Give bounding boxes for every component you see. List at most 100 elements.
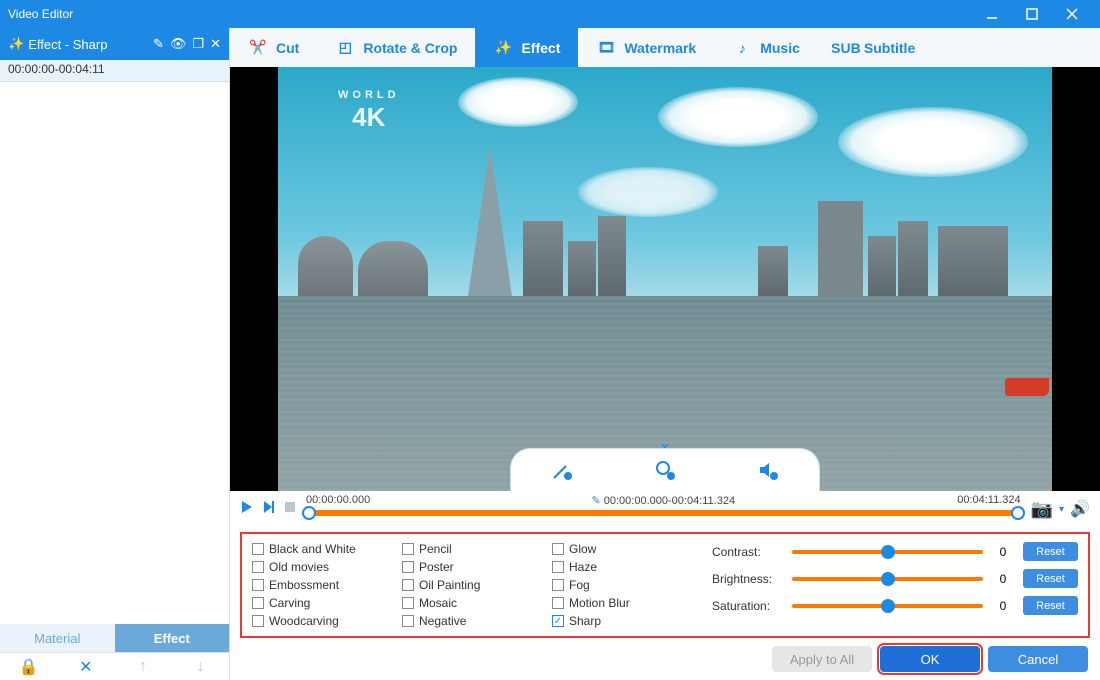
scissors-icon: ✂️ — [248, 38, 268, 58]
tab-material[interactable]: Material — [0, 624, 115, 652]
effect-mosaic[interactable]: Mosaic — [402, 594, 542, 612]
checkbox-icon — [552, 615, 564, 627]
tab-effect-side[interactable]: Effect — [115, 624, 230, 652]
sparkle-icon: ✨ — [493, 38, 513, 58]
button-row: Apply to All OK Cancel — [230, 638, 1100, 680]
main-tabs: ✂️Cut ◰Rotate & Crop ✨Effect 🎞Watermark … — [230, 28, 1100, 67]
checkbox-icon — [552, 597, 564, 609]
pencil-icon: ✎ — [592, 494, 601, 507]
brightness-reset-button[interactable]: Reset — [1023, 569, 1078, 588]
effect-oil-painting[interactable]: Oil Painting — [402, 576, 542, 594]
stamp-icon: 🎞 — [596, 38, 616, 58]
tab-rotate[interactable]: ◰Rotate & Crop — [317, 28, 475, 67]
effect-black-and-white[interactable]: Black and White — [252, 540, 392, 558]
effect-embossment[interactable]: Embossment — [252, 576, 392, 594]
effect-haze[interactable]: Haze — [552, 558, 692, 576]
checkbox-icon — [252, 615, 264, 627]
effect-carving[interactable]: Carving — [252, 594, 392, 612]
sidebar-clip[interactable]: 00:00:00-00:04:11 — [0, 60, 229, 82]
sidebar-tabs: Material Effect — [0, 624, 229, 652]
ok-button[interactable]: OK — [880, 646, 980, 672]
zoom-icon[interactable]: + — [652, 457, 678, 483]
effect-glow[interactable]: Glow — [552, 540, 692, 558]
stop-button[interactable] — [284, 500, 296, 518]
volume-icon[interactable]: + — [755, 457, 781, 483]
app-title: Video Editor — [8, 7, 73, 21]
svg-text:+: + — [771, 472, 776, 481]
checkbox-icon — [402, 579, 414, 591]
contrast-slider[interactable] — [792, 550, 983, 554]
step-button[interactable] — [262, 500, 276, 519]
crop-icon: ◰ — [335, 38, 355, 58]
timeline-start: 00:00:00.000 — [306, 494, 370, 506]
sidebar-tools: 🔒 ✕ ↑ ↓ — [0, 652, 229, 680]
tab-watermark[interactable]: 🎞Watermark — [578, 28, 714, 67]
timeline-end-handle[interactable] — [1011, 506, 1025, 520]
music-icon: ♪ — [732, 38, 752, 58]
camera-icon[interactable]: 📷 — [1031, 499, 1053, 520]
subtitle-icon: SUB — [836, 38, 856, 58]
delete-icon[interactable]: ✕ — [77, 658, 95, 676]
checkbox-icon — [252, 543, 264, 555]
tab-subtitle[interactable]: SUBSubtitle — [818, 28, 933, 67]
saturation-reset-button[interactable]: Reset — [1023, 596, 1078, 615]
checkbox-icon — [252, 579, 264, 591]
saturation-row: Saturation: 0 Reset — [712, 596, 1078, 615]
checkbox-icon — [402, 561, 414, 573]
preview-row: WORLD 4K ⌄ + + + — [230, 67, 1100, 491]
sidebar-title: Effect - Sharp — [28, 37, 107, 52]
contrast-row: Contrast: 0 Reset — [712, 542, 1078, 561]
move-down-icon[interactable]: ↓ — [191, 658, 209, 676]
checkbox-icon — [402, 543, 414, 555]
effect-fog[interactable]: Fog — [552, 576, 692, 594]
close-button[interactable] — [1052, 0, 1092, 28]
effects-panel: Black and White Pencil Glow Old movies Poste… — [240, 532, 1090, 638]
effect-pencil[interactable]: Pencil — [402, 540, 542, 558]
timeline: 00:00:00.000 00:04:11.324 ✎00:00:00.000-… — [230, 491, 1100, 528]
close-icon[interactable]: ✕ — [210, 36, 221, 52]
brightness-row: Brightness: 0 Reset — [712, 569, 1078, 588]
magic-wand-icon[interactable]: + — [549, 457, 575, 483]
tab-music[interactable]: ♪Music — [714, 28, 818, 67]
effect-woodcarving[interactable]: Woodcarving — [252, 612, 392, 630]
edit-icon[interactable]: ✎ — [153, 36, 164, 52]
effects-grid: Black and White Pencil Glow Old movies Poste… — [252, 540, 692, 630]
checkbox-icon — [552, 543, 564, 555]
timeline-track[interactable]: 00:00:00.000 00:04:11.324 ✎00:00:00.000-… — [304, 494, 1023, 524]
eye-icon[interactable]: 👁 — [170, 36, 187, 52]
tab-cut[interactable]: ✂️Cut — [230, 28, 317, 67]
timeline-start-handle[interactable] — [302, 506, 316, 520]
timeline-end: 00:04:11.324 — [957, 494, 1020, 506]
apply-all-button[interactable]: Apply to All — [772, 646, 872, 672]
effect-old-movies[interactable]: Old movies — [252, 558, 392, 576]
lock-icon[interactable]: 🔒 — [20, 658, 38, 676]
preview-watermark: WORLD 4K — [338, 89, 400, 133]
svg-text:+: + — [669, 472, 674, 481]
contrast-reset-button[interactable]: Reset — [1023, 542, 1078, 561]
checkbox-icon — [252, 561, 264, 573]
sidebar-header: ✨ Effect - Sharp ✎ 👁 ❐ ✕ — [0, 28, 229, 60]
adjustments: Contrast: 0 Reset Brightness: 0 Reset Sa… — [712, 540, 1078, 630]
copy-icon[interactable]: ❐ — [192, 36, 204, 52]
saturation-slider[interactable] — [792, 604, 983, 608]
effect-negative[interactable]: Negative — [402, 612, 542, 630]
floating-toolbar: + + + — [510, 448, 820, 491]
video-preview[interactable]: WORLD 4K ⌄ + + + — [278, 67, 1052, 491]
chevron-down-icon[interactable]: ▾ — [1059, 504, 1064, 515]
move-up-icon[interactable]: ↑ — [134, 658, 152, 676]
speaker-icon[interactable]: 🔊 — [1070, 499, 1090, 519]
cancel-button[interactable]: Cancel — [988, 646, 1088, 672]
sidebar: ✨ Effect - Sharp ✎ 👁 ❐ ✕ 00:00:00-00:04:… — [0, 28, 230, 680]
checkbox-icon — [552, 561, 564, 573]
brightness-slider[interactable] — [792, 577, 983, 581]
effect-sharp[interactable]: Sharp — [552, 612, 692, 630]
titlebar: Video Editor — [0, 0, 1100, 28]
tab-effect[interactable]: ✨Effect — [475, 28, 578, 67]
svg-text:+: + — [566, 472, 571, 481]
effect-poster[interactable]: Poster — [402, 558, 542, 576]
main-panel: ✂️Cut ◰Rotate & Crop ✨Effect 🎞Watermark … — [230, 28, 1100, 680]
minimize-button[interactable] — [972, 0, 1012, 28]
play-button[interactable] — [240, 500, 254, 519]
effect-motion-blur[interactable]: Motion Blur — [552, 594, 692, 612]
maximize-button[interactable] — [1012, 0, 1052, 28]
